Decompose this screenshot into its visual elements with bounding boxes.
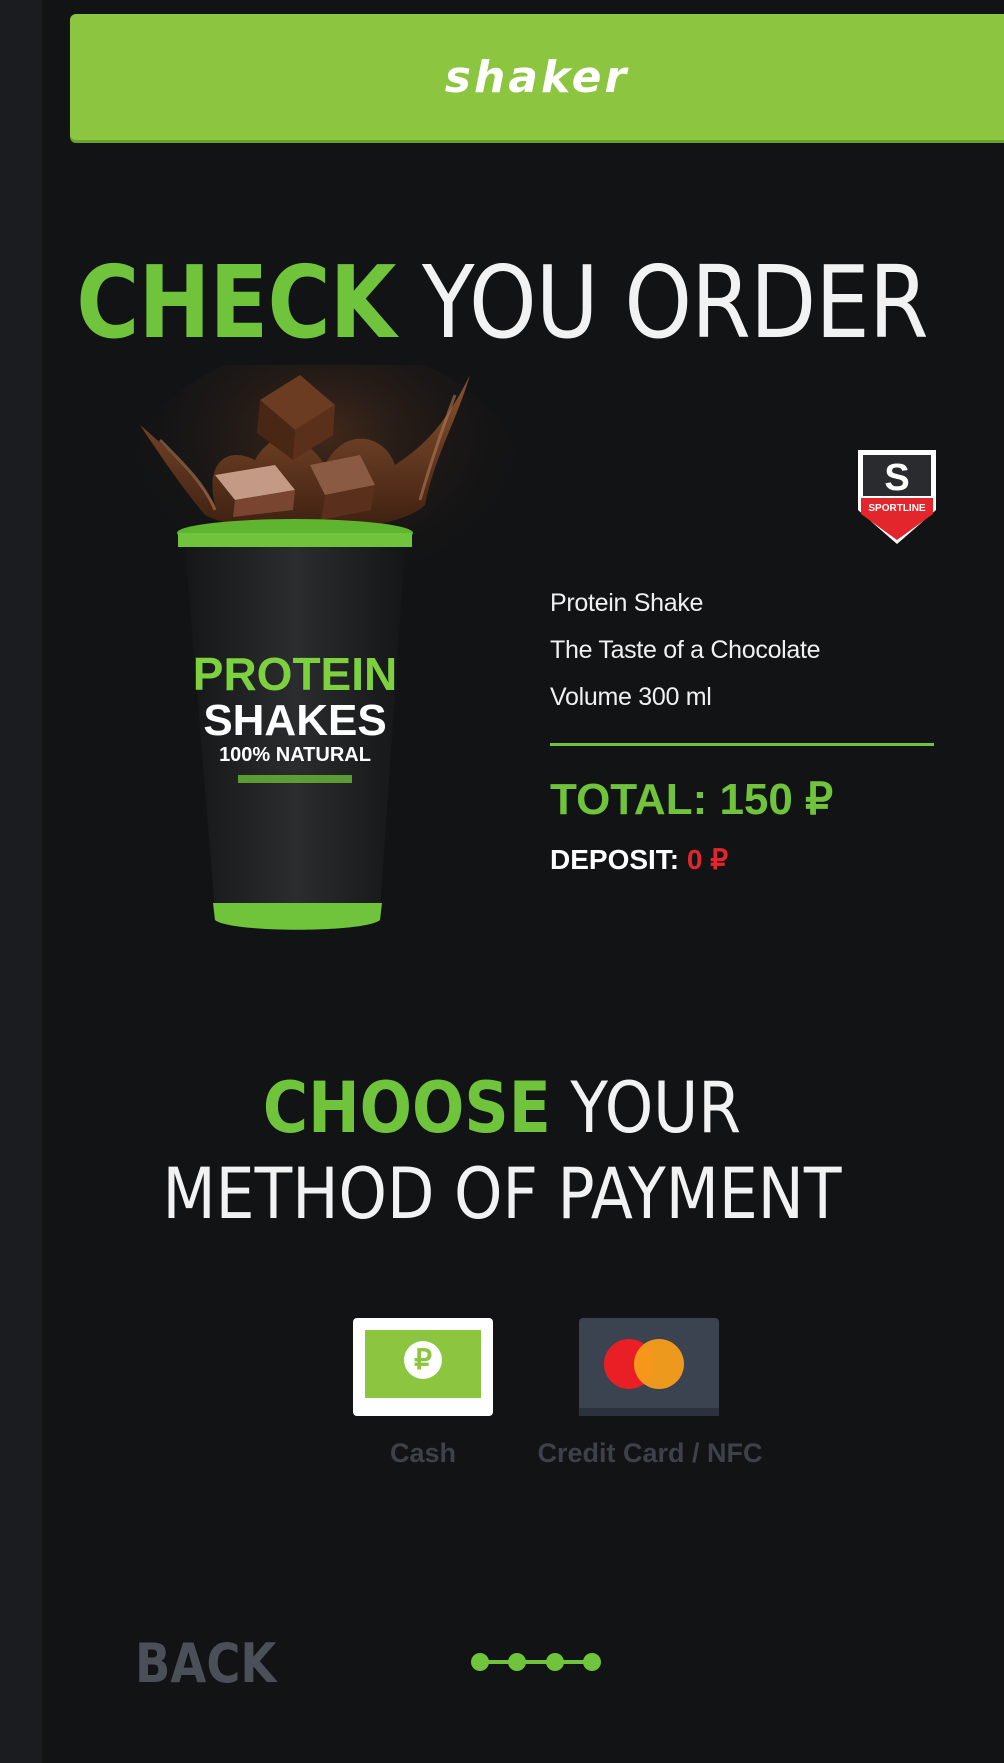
step-dot (583, 1653, 601, 1671)
badge-letter: S (884, 457, 909, 499)
device-bezel (0, 0, 42, 1763)
sportline-badge-icon: S SPORTLINE (858, 450, 936, 544)
payment-section-title: CHOOSE YOUR METHOD OF PAYMENT (60, 1065, 944, 1237)
deposit-label: DEPOSIT: (550, 844, 680, 875)
product-taste: The Taste of a Chocolate (550, 636, 821, 664)
back-button[interactable]: BACK (135, 1632, 276, 1695)
deposit-line: DEPOSIT: 0 ₽ (550, 843, 935, 876)
step-dot (546, 1653, 564, 1671)
ruble-coin-icon: ₽ (404, 1341, 442, 1379)
cup-label-line3: 100% NATURAL (219, 744, 371, 766)
cash-label[interactable]: Cash (353, 1438, 493, 1469)
cash-payment-button[interactable]: ₽ (353, 1318, 493, 1416)
app-header: shaker (70, 14, 1004, 140)
cup-label-line1: PROTEIN (193, 648, 397, 700)
badge-text: SPORTLINE (868, 503, 926, 514)
step-dot (508, 1653, 526, 1671)
page-title: CHECK YOU ORDER (70, 248, 933, 358)
page-title-accent: CHECK (76, 244, 396, 361)
card-payment-button[interactable] (579, 1318, 719, 1416)
payment-title-line1: CHOOSE YOUR (60, 1065, 944, 1151)
card-label[interactable]: Credit Card / NFC (525, 1438, 775, 1469)
payment-title-accent: CHOOSE (262, 1067, 551, 1149)
cash-note: ₽ (365, 1330, 481, 1398)
divider (550, 743, 934, 746)
payment-title-rest: YOUR (550, 1067, 742, 1149)
brand-logo-text: shaker (444, 51, 630, 103)
order-total: TOTAL: 150 ₽ (550, 775, 834, 824)
protein-shake-cup-image: PROTEIN SHAKES 100% NATURAL (135, 365, 525, 930)
step-dot (471, 1653, 489, 1671)
page-title-rest: YOU ORDER (395, 244, 929, 361)
payment-title-line2: METHOD OF PAYMENT (162, 1153, 842, 1235)
product-volume: Volume 300 ml (550, 683, 712, 711)
deposit-value: 0 ₽ (679, 844, 729, 875)
card-stripe (579, 1408, 719, 1416)
cup-label-line2: SHAKES (203, 696, 386, 745)
mastercard-icon-circle (634, 1339, 684, 1389)
product-name: Protein Shake (550, 589, 704, 617)
order-details: Protein Shake The Taste of a Chocolate V… (550, 580, 935, 876)
step-indicator (471, 1653, 601, 1671)
